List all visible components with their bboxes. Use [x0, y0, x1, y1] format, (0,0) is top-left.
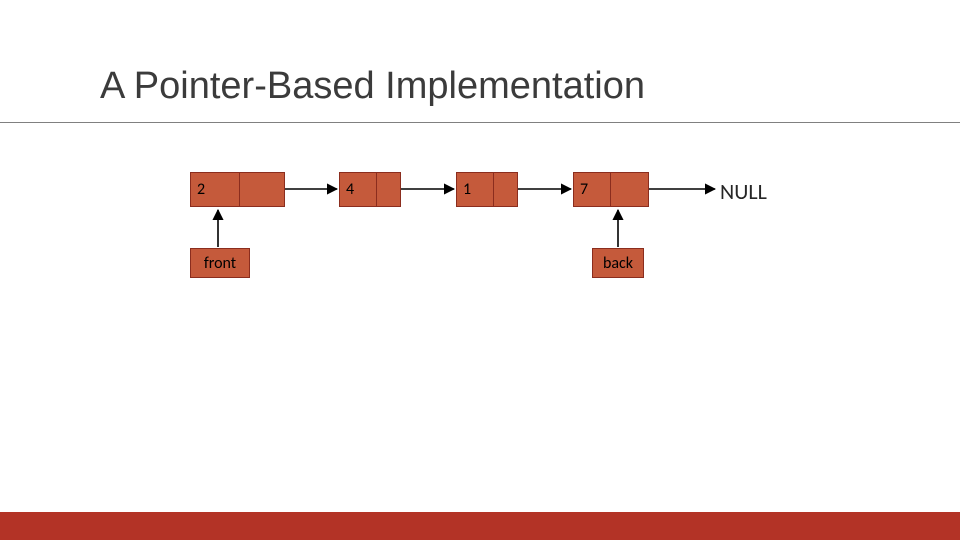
footer-bar	[0, 512, 960, 540]
slide-title: A Pointer-Based Implementation	[100, 65, 645, 108]
title-rule	[0, 122, 960, 123]
node-1-data: 4	[340, 173, 377, 206]
node-2: 1	[456, 172, 518, 207]
node-3: 7	[573, 172, 649, 207]
node-1: 4	[339, 172, 401, 207]
back-pointer-box: back	[592, 248, 644, 278]
node-0-next	[240, 173, 284, 206]
null-label: NULL	[720, 178, 767, 205]
node-3-next	[611, 173, 648, 206]
node-2-data: 1	[457, 173, 494, 206]
front-pointer-box: front	[190, 248, 250, 278]
node-1-next	[377, 173, 400, 206]
node-0-data: 2	[191, 173, 240, 206]
node-0: 2	[190, 172, 285, 207]
node-3-data: 7	[574, 173, 611, 206]
node-2-next	[494, 173, 517, 206]
